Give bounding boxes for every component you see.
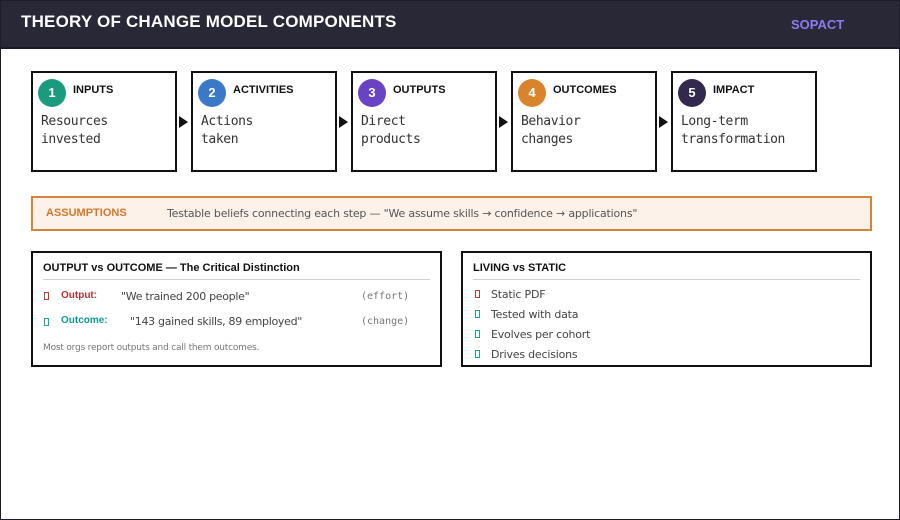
flow-arrow-icon: [499, 116, 508, 128]
step-description: Direct products: [361, 114, 421, 147]
output-tag: (effort): [361, 291, 410, 302]
step-impact: 5 IMPACT Long-term transformation: [671, 71, 817, 172]
step-description: Long-term transformation: [681, 114, 785, 147]
list-item: Static PDF: [491, 288, 546, 301]
outcome-quote: "143 gained skills, 89 employed": [130, 315, 303, 328]
step-activities: 2 ACTIVITIES Actions taken: [191, 71, 337, 172]
step-number-badge: 3: [358, 79, 386, 107]
step-number-badge: 1: [38, 79, 66, 107]
brand-logo: SOPACT: [791, 17, 845, 32]
output-label: Output:: [61, 290, 98, 301]
step-inputs: 1 INPUTS Resources invested: [31, 71, 177, 172]
flow-arrow-icon: [339, 116, 348, 128]
flow-arrow-icon: [659, 116, 668, 128]
step-number-badge: 4: [518, 79, 546, 107]
outcome-label: Outcome:: [61, 315, 108, 326]
step-number-badge: 5: [678, 79, 706, 107]
flow-arrow-icon: [179, 116, 188, 128]
step-outputs: 3 OUTPUTS Direct products: [351, 71, 497, 172]
distinction-panel: OUTPUT vs OUTCOME — The Critical Distinc…: [31, 251, 442, 367]
slide-frame: THEORY OF CHANGE MODEL COMPONENTS SOPACT…: [0, 0, 900, 520]
positive-marker-icon: [475, 350, 480, 358]
step-title: IMPACT: [713, 84, 755, 96]
step-description: Resources invested: [41, 114, 108, 147]
list-item: Drives decisions: [491, 348, 578, 361]
step-description: Actions taken: [201, 114, 253, 147]
page-title: THEORY OF CHANGE MODEL COMPONENTS: [21, 12, 397, 31]
step-title: OUTPUTS: [393, 84, 446, 96]
assumptions-banner: ASSUMPTIONS Testable beliefs connecting …: [31, 196, 872, 231]
panel-title: LIVING vs STATIC: [473, 262, 567, 274]
positive-marker-icon: [475, 330, 480, 338]
step-title: INPUTS: [73, 84, 114, 96]
step-title: OUTCOMES: [553, 84, 617, 96]
list-item: Evolves per cohort: [491, 328, 591, 341]
positive-marker-icon: [475, 310, 480, 318]
negative-marker-icon: [475, 290, 480, 298]
assumptions-label: ASSUMPTIONS: [46, 207, 127, 219]
step-number-badge: 2: [198, 79, 226, 107]
step-outcomes: 4 OUTCOMES Behavior changes: [511, 71, 657, 172]
output-quote: "We trained 200 people": [121, 290, 250, 303]
divider: [473, 279, 860, 280]
assumptions-text: Testable beliefs connecting each step — …: [167, 207, 638, 220]
negative-marker-icon: [44, 292, 49, 300]
header-bar: THEORY OF CHANGE MODEL COMPONENTS SOPACT: [1, 1, 899, 49]
divider: [43, 279, 430, 280]
panel-note: Most orgs report outputs and call them o…: [43, 343, 260, 353]
positive-marker-icon: [44, 318, 49, 326]
living-vs-static-panel: LIVING vs STATIC Static PDF Tested with …: [461, 251, 872, 367]
panel-title: OUTPUT vs OUTCOME — The Critical Distinc…: [43, 262, 300, 274]
outcome-tag: (change): [361, 316, 410, 327]
list-item: Tested with data: [491, 308, 579, 321]
step-title: ACTIVITIES: [233, 84, 294, 96]
step-description: Behavior changes: [521, 114, 581, 147]
